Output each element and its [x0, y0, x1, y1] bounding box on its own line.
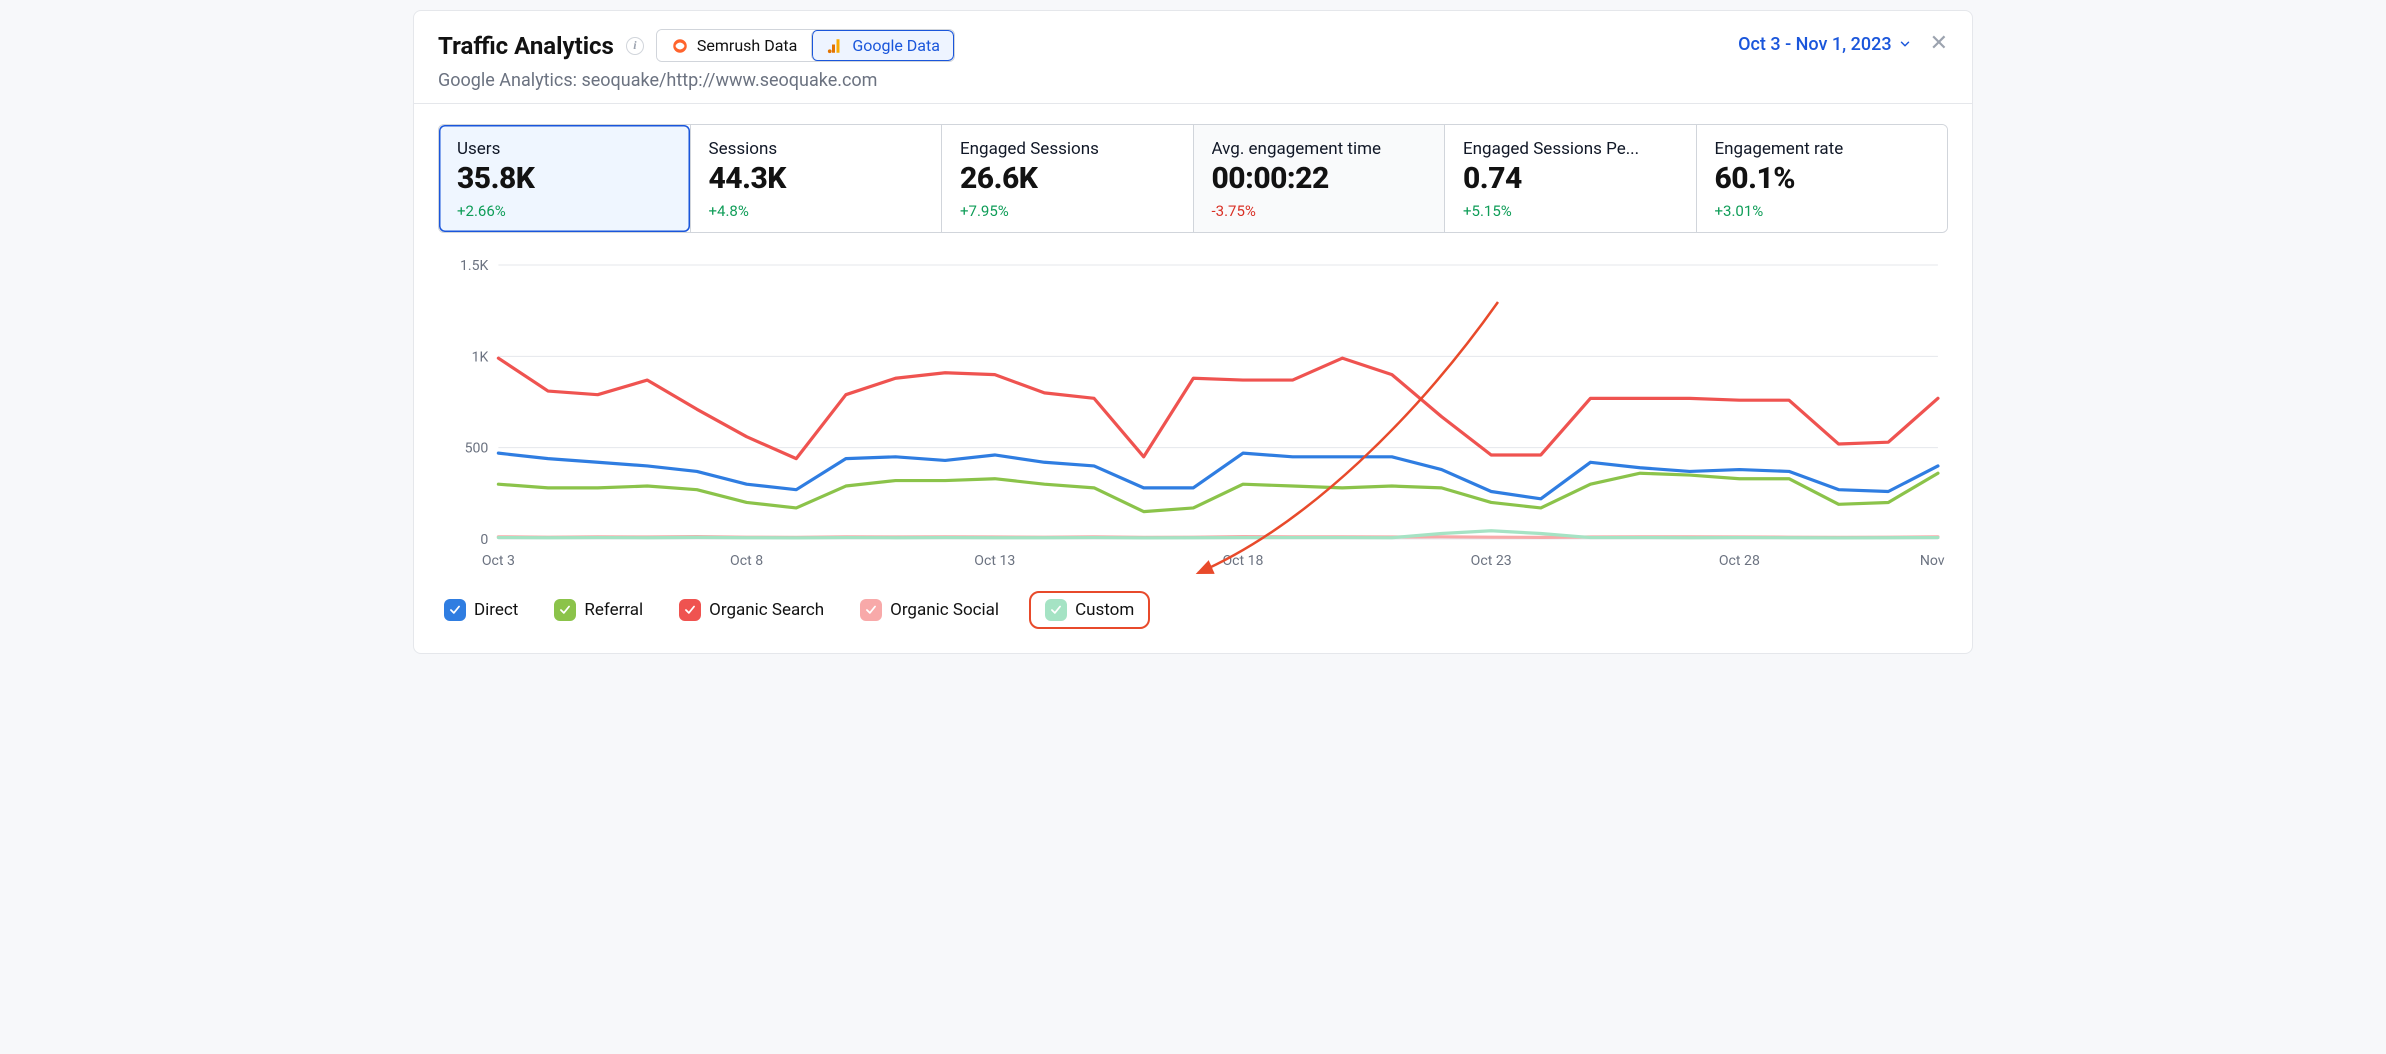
- svg-text:Oct 18: Oct 18: [1222, 553, 1263, 569]
- metric-value: 60.1%: [1715, 161, 1930, 196]
- svg-text:Oct 13: Oct 13: [974, 553, 1015, 569]
- svg-text:Oct 28: Oct 28: [1719, 553, 1760, 569]
- metric-value: 44.3K: [709, 161, 924, 196]
- panel-header: Traffic Analytics i Semrush Data Google …: [414, 11, 1972, 103]
- metric-label: Sessions: [709, 139, 924, 159]
- metric-label: Users: [457, 139, 672, 159]
- chart-legend: Direct Referral Organic Search Organic Soci…: [438, 591, 1948, 629]
- svg-text:Oct 23: Oct 23: [1471, 553, 1512, 569]
- legend-label: Organic Social: [890, 600, 999, 620]
- series-referral: [498, 473, 1938, 511]
- series-custom: [498, 531, 1938, 538]
- legend-chip: [679, 599, 701, 621]
- header-right: Oct 3 - Nov 1, 2023 ✕: [1738, 29, 1948, 55]
- metric-card-2[interactable]: Engaged Sessions26.6K +7.95%: [941, 125, 1193, 232]
- legend-item-direct[interactable]: Direct: [438, 595, 524, 625]
- metric-value: 35.8K: [457, 161, 672, 196]
- check-icon: [1049, 603, 1063, 617]
- data-source-segmented: Semrush Data Google Data: [656, 29, 955, 62]
- check-icon: [683, 603, 697, 617]
- line-chart: 0 500 1K 1.5K Oct 3 Oct 8 Oct 13 Oct 18 Oct 23 Oc…: [438, 255, 1948, 575]
- svg-text:Oct 3: Oct 3: [482, 553, 515, 569]
- date-range-picker[interactable]: Oct 3 - Nov 1, 2023: [1738, 34, 1911, 55]
- metric-label: Engaged Sessions Pe...: [1463, 139, 1678, 159]
- svg-text:1K: 1K: [472, 349, 489, 365]
- chart-container: 0 500 1K 1.5K Oct 3 Oct 8 Oct 13 Oct 18 Oct 23 Oc…: [438, 255, 1948, 575]
- metric-label: Avg. engagement time: [1212, 139, 1427, 159]
- panel-body: Users35.8K +2.66% Sessions44.3K +4.8% Engage…: [414, 104, 1972, 653]
- legend-chip: [860, 599, 882, 621]
- semrush-icon: [671, 37, 689, 55]
- legend-label: Organic Search: [709, 600, 824, 620]
- page-subtitle: Google Analytics: seoquake/http://www.se…: [438, 70, 955, 91]
- check-icon: [448, 603, 462, 617]
- svg-text:500: 500: [465, 441, 489, 457]
- metric-label: Engagement rate: [1715, 139, 1930, 159]
- metric-card-5[interactable]: Engagement rate60.1% +3.01%: [1696, 125, 1948, 232]
- chevron-down-icon: [1898, 37, 1912, 51]
- metric-delta: +4.8%: [709, 202, 924, 220]
- svg-text:1.5K: 1.5K: [460, 258, 489, 274]
- header-left: Traffic Analytics i Semrush Data Google …: [438, 29, 955, 91]
- metric-delta: +2.66%: [457, 202, 672, 220]
- legend-item-organic-social[interactable]: Organic Social: [854, 595, 1005, 625]
- metric-label: Engaged Sessions: [960, 139, 1175, 159]
- metric-value: 26.6K: [960, 161, 1175, 196]
- metric-delta: -3.75%: [1212, 202, 1427, 220]
- svg-text:0: 0: [480, 532, 488, 548]
- svg-text:Oct 8: Oct 8: [730, 553, 763, 569]
- legend-label: Direct: [474, 600, 518, 620]
- metric-card-0[interactable]: Users35.8K +2.66%: [439, 125, 690, 232]
- legend-label: Custom: [1075, 600, 1134, 620]
- traffic-analytics-panel: Traffic Analytics i Semrush Data Google …: [413, 10, 1973, 654]
- check-icon: [558, 603, 572, 617]
- metric-card-1[interactable]: Sessions44.3K +4.8%: [690, 125, 942, 232]
- tab-google-label: Google Data: [852, 36, 940, 55]
- metric-card-3[interactable]: Avg. engagement time00:00:22 -3.75%: [1193, 125, 1445, 232]
- google-analytics-icon: [826, 37, 844, 55]
- legend-chip: [444, 599, 466, 621]
- title-row: Traffic Analytics i Semrush Data Google …: [438, 29, 955, 62]
- tab-google-data[interactable]: Google Data: [811, 30, 954, 61]
- metric-cards: Users35.8K +2.66% Sessions44.3K +4.8% Engage…: [438, 124, 1948, 233]
- date-range-label: Oct 3 - Nov 1, 2023: [1738, 34, 1891, 55]
- metric-delta: +7.95%: [960, 202, 1175, 220]
- legend-item-referral[interactable]: Referral: [548, 595, 649, 625]
- metric-card-4[interactable]: Engaged Sessions Pe...0.74 +5.15%: [1444, 125, 1696, 232]
- check-icon: [864, 603, 878, 617]
- tab-semrush-label: Semrush Data: [697, 36, 797, 55]
- svg-text:Nov 1: Nov 1: [1920, 553, 1948, 569]
- tab-semrush-data[interactable]: Semrush Data: [657, 30, 811, 61]
- legend-item-custom[interactable]: Custom: [1029, 591, 1150, 629]
- metric-value: 00:00:22: [1212, 161, 1427, 196]
- page-title: Traffic Analytics: [438, 32, 614, 60]
- metric-value: 0.74: [1463, 161, 1678, 196]
- legend-chip: [554, 599, 576, 621]
- metric-delta: +3.01%: [1715, 202, 1930, 220]
- info-icon[interactable]: i: [626, 37, 644, 55]
- metric-delta: +5.15%: [1463, 202, 1678, 220]
- series-organic-search: [498, 358, 1938, 458]
- legend-label: Referral: [584, 600, 643, 620]
- legend-item-organic-search[interactable]: Organic Search: [673, 595, 830, 625]
- legend-chip: [1045, 599, 1067, 621]
- close-icon[interactable]: ✕: [1930, 33, 1948, 55]
